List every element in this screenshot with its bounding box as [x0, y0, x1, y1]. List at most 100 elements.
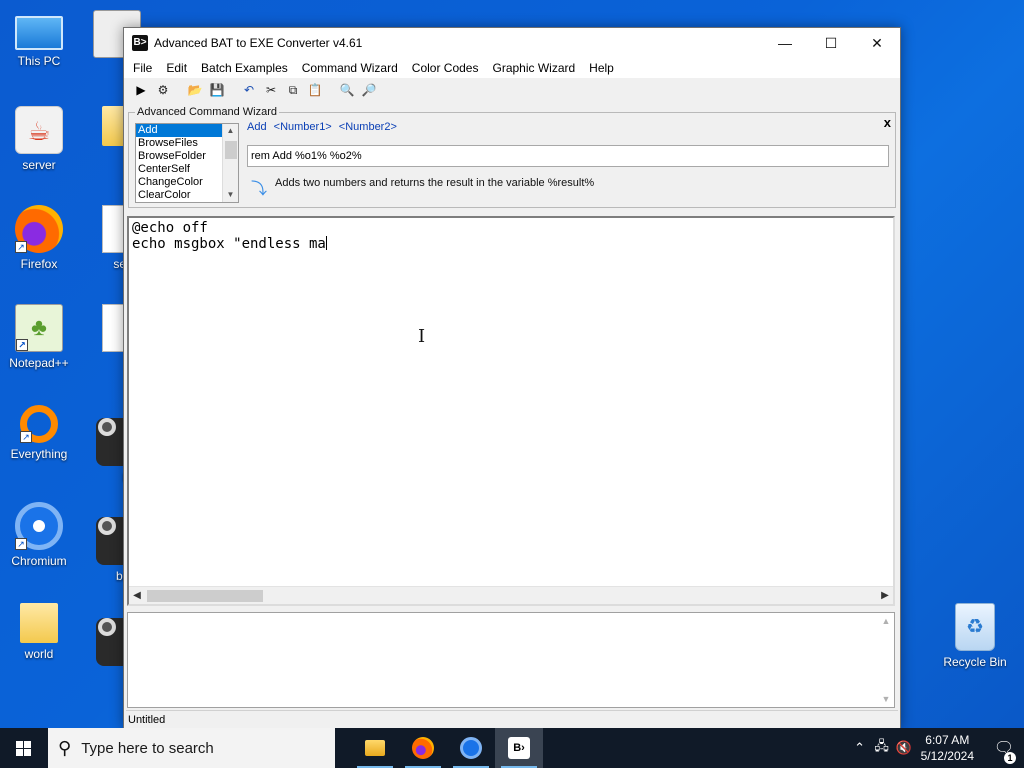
code-area[interactable]: @echo off echo msgbox "endless ma — [129, 218, 893, 252]
scroll-up-icon[interactable]: ▲ — [223, 124, 238, 138]
command-list-item[interactable]: Add — [136, 124, 222, 137]
scroll-left-icon[interactable]: ◀ — [129, 587, 145, 604]
start-button[interactable] — [0, 728, 48, 768]
app-window: B> Advanced BAT to EXE Converter v4.61 —… — [123, 27, 901, 729]
menu-color-codes[interactable]: Color Codes — [405, 58, 486, 78]
desktop-icon-label: server — [22, 158, 56, 172]
taskbar-search-box[interactable]: ⚲ Type here to search — [48, 728, 335, 768]
taskbar: ⚲ Type here to search B› ⌃ 🖧 🔇 6:07 AM 5… — [0, 728, 1024, 768]
chevron-up-icon[interactable]: ⌃ — [849, 740, 871, 756]
scroll-right-icon[interactable]: ▶ — [877, 587, 893, 604]
title-bar[interactable]: B> Advanced BAT to EXE Converter v4.61 —… — [124, 28, 900, 58]
command-description: Adds two numbers and returns the result … — [275, 177, 595, 189]
code-line-text: echo msgbox "endless ma — [132, 236, 326, 252]
command-list-item[interactable]: BrowseFiles — [136, 137, 222, 150]
menu-command-wizard[interactable]: Command Wizard — [295, 58, 405, 78]
desktop-icon-recycle-bin[interactable]: ♻ Recycle Bin — [936, 603, 1014, 669]
desktop-icon-chromium[interactable]: ↗ Chromium — [0, 502, 78, 568]
volume-muted-icon[interactable]: 🔇 — [893, 740, 915, 756]
save-icon[interactable]: 💾 — [208, 81, 226, 99]
paste-icon[interactable]: 📋 — [306, 81, 324, 99]
syntax-param: <Number1> — [273, 121, 332, 133]
zoom-in-icon[interactable]: 🔍 — [338, 81, 356, 99]
shortcut-arrow-icon: ↗ — [16, 339, 28, 351]
shortcut-arrow-icon: ↗ — [20, 431, 32, 443]
code-line: echo msgbox "endless ma — [132, 236, 893, 252]
copy-icon[interactable]: ⧉ — [284, 81, 302, 99]
command-wizard-panel: Advanced Command Wizard x Add BrowseFile… — [128, 106, 896, 208]
cut-icon[interactable]: ✂ — [262, 81, 280, 99]
wizard-close-button[interactable]: x — [884, 115, 891, 130]
command-list-item[interactable]: BrowseFolder — [136, 150, 222, 163]
system-tray: ⌃ 🖧 🔇 6:07 AM 5/12/2024 🗨 1 — [849, 728, 1024, 768]
run-icon[interactable]: ▶ — [132, 81, 150, 99]
taskbar-bat-converter[interactable]: B› — [495, 728, 543, 768]
desktop-icon-label: Notepad++ — [9, 356, 69, 370]
minimize-button[interactable]: — — [762, 28, 808, 58]
code-line: @echo off — [132, 220, 208, 236]
script-editor[interactable]: @echo off echo msgbox "endless ma I ◀ ▶ — [127, 216, 895, 606]
folder-icon — [20, 603, 58, 643]
command-list[interactable]: Add BrowseFiles BrowseFolder CenterSelf … — [135, 123, 239, 203]
editor-horizontal-scrollbar[interactable]: ◀ ▶ — [129, 586, 893, 604]
java-icon: ☕ — [15, 106, 63, 154]
scroll-down-icon[interactable]: ▼ — [223, 188, 238, 202]
window-title: Advanced BAT to EXE Converter v4.61 — [154, 36, 363, 50]
clock-date: 5/12/2024 — [920, 749, 974, 763]
status-filename: Untitled — [128, 714, 166, 726]
taskbar-chromium[interactable] — [447, 728, 495, 768]
taskbar-file-explorer[interactable] — [351, 728, 399, 768]
insert-arrow-icon[interactable]: ⤵ — [251, 175, 267, 199]
text-caret — [325, 236, 327, 250]
command-example-field[interactable]: rem Add %o1% %o2% — [247, 145, 889, 167]
menu-edit[interactable]: Edit — [159, 58, 194, 78]
file-explorer-icon — [365, 740, 385, 756]
command-list-scrollbar[interactable]: ▲ ▼ — [222, 124, 238, 202]
desktop-icon-label: Everything — [10, 447, 68, 461]
command-list-item[interactable]: CenterSelf — [136, 163, 222, 176]
search-placeholder: Type here to search — [81, 739, 214, 757]
chromium-icon: ↗ — [15, 502, 63, 550]
desktop-icon-label: This PC — [17, 54, 61, 68]
scroll-down-icon[interactable]: ▼ — [878, 691, 894, 707]
open-icon[interactable]: 📂 — [186, 81, 204, 99]
scroll-up-icon[interactable]: ▲ — [878, 613, 894, 629]
scrollbar-thumb[interactable] — [147, 590, 263, 602]
desktop-icon-server[interactable]: ☕ server — [0, 106, 78, 172]
taskbar-clock[interactable]: 6:07 AM 5/12/2024 — [915, 732, 984, 764]
compile-icon[interactable]: ⚙ — [154, 81, 172, 99]
notepadpp-icon: ♣ ↗ — [15, 304, 63, 352]
menu-graphic-wizard[interactable]: Graphic Wizard — [485, 58, 582, 78]
command-list-item[interactable]: ChangeColor — [136, 176, 222, 189]
output-vertical-scrollbar[interactable]: ▲ ▼ — [878, 613, 894, 707]
notification-count-badge: 1 — [1004, 752, 1016, 764]
undo-icon[interactable]: ↶ — [240, 81, 258, 99]
menu-help[interactable]: Help — [582, 58, 621, 78]
zoom-out-icon[interactable]: 🔎 — [360, 81, 378, 99]
firefox-icon — [412, 737, 434, 759]
menu-file[interactable]: File — [126, 58, 159, 78]
notification-center-icon[interactable]: 🗨 1 — [984, 738, 1024, 764]
desktop-icon-label: world — [24, 647, 54, 661]
close-button[interactable]: ✕ — [854, 28, 900, 58]
network-icon[interactable]: 🖧 — [871, 737, 893, 759]
syntax-param: <Number2> — [338, 121, 397, 133]
output-panel[interactable]: ▲ ▼ — [127, 612, 895, 708]
desktop-icon-notepadpp[interactable]: ♣ ↗ Notepad++ — [0, 304, 78, 370]
desktop-icon-firefox[interactable]: ↗ Firefox — [0, 205, 78, 271]
chromium-icon — [460, 737, 482, 759]
desktop-icon-this-pc[interactable]: This PC — [0, 10, 78, 68]
computer-icon — [15, 16, 63, 50]
desktop-icon-everything[interactable]: ↗ Everything — [0, 403, 78, 461]
desktop-icon-world[interactable]: world — [0, 603, 78, 661]
status-bar: Untitled — [126, 710, 898, 728]
search-icon: ⚲ — [58, 737, 72, 758]
command-list-item[interactable]: ClearColor — [136, 189, 222, 202]
everything-search-icon: ↗ — [20, 405, 58, 443]
ibeam-cursor-icon: I — [418, 326, 426, 347]
scrollbar-thumb[interactable] — [225, 141, 237, 159]
maximize-button[interactable]: ☐ — [808, 28, 854, 58]
taskbar-firefox[interactable] — [399, 728, 447, 768]
toolbar: ▶ ⚙ 📂 💾 ↶ ✂ ⧉ 📋 🔍 🔎 — [124, 78, 900, 102]
menu-batch-examples[interactable]: Batch Examples — [194, 58, 295, 78]
